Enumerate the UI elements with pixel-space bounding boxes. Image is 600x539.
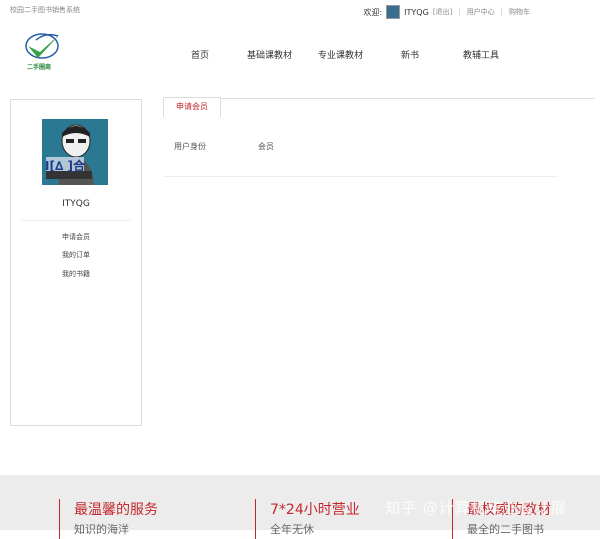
cart-link[interactable]: 购物车 bbox=[509, 7, 530, 17]
user-sidebar: Ⅰ[∆ ]合 ITYQG 申请会员 我的订单 我的书籍 bbox=[10, 99, 142, 426]
feature-title: 7*24小时营业 bbox=[270, 502, 360, 518]
divider: | bbox=[458, 8, 461, 16]
top-user-bar: 欢迎: ITYQG [退出] | 用户中心 | 购物车 bbox=[363, 5, 530, 19]
welcome-label: 欢迎: bbox=[363, 7, 383, 17]
profile-avatar[interactable]: Ⅰ[∆ ]合 bbox=[42, 119, 108, 185]
nav-new-books[interactable]: 新书 bbox=[401, 48, 419, 61]
sidebar-item-my-orders[interactable]: 我的订单 bbox=[11, 250, 141, 260]
logo-check-icon bbox=[25, 33, 60, 59]
sidebar-item-apply-member[interactable]: 申请会员 bbox=[11, 232, 141, 242]
user-role-value: 会员 bbox=[258, 142, 274, 151]
sidebar-divider bbox=[21, 220, 131, 221]
nav-major-textbooks[interactable]: 专业课教材 bbox=[318, 48, 363, 61]
avatar-overlay-text: Ⅰ[∆ ]合 bbox=[45, 159, 85, 173]
footer-features: 最温馨的服务 知识的海洋 7*24小时营业 全年无休 最权威的教材 最全的二手图… bbox=[0, 475, 600, 539]
site-logo[interactable]: 二手圈商 bbox=[22, 30, 64, 72]
feature-hours: 7*24小时营业 全年无休 bbox=[255, 499, 360, 539]
feature-title: 最温馨的服务 bbox=[74, 502, 158, 518]
feature-subtitle: 全年无休 bbox=[270, 523, 314, 536]
logo-text: 二手圈商 bbox=[27, 64, 52, 71]
top-username[interactable]: ITYQG bbox=[404, 8, 429, 17]
tab-apply-member[interactable]: 申请会员 bbox=[163, 97, 221, 117]
feature-subtitle: 知识的海洋 bbox=[74, 523, 129, 536]
site-name: 校园二手图书销售系统 bbox=[10, 6, 80, 14]
feature-service: 最温馨的服务 知识的海洋 bbox=[59, 499, 158, 539]
divider: | bbox=[500, 8, 503, 16]
sidebar-item-my-books[interactable]: 我的书籍 bbox=[11, 269, 141, 279]
nav-basic-textbooks[interactable]: 基础课教材 bbox=[247, 48, 292, 61]
tab-top-line bbox=[219, 98, 595, 99]
logout-link[interactable]: [退出] bbox=[433, 7, 452, 17]
row-divider bbox=[163, 176, 558, 177]
watermark-text: 知乎 @计算机毕业设计展 bbox=[385, 499, 567, 517]
feature-subtitle: 最全的二手图书 bbox=[467, 523, 544, 536]
user-center-link[interactable]: 用户中心 bbox=[467, 7, 495, 17]
avatar-image bbox=[42, 119, 108, 185]
profile-username: ITYQG bbox=[62, 199, 90, 209]
user-role-label: 用户身份 bbox=[174, 142, 206, 151]
tab-label: 申请会员 bbox=[176, 102, 208, 111]
nav-home[interactable]: 首页 bbox=[191, 48, 209, 61]
user-avatar-mini[interactable] bbox=[386, 5, 401, 19]
nav-study-tools[interactable]: 教辅工具 bbox=[463, 48, 499, 61]
